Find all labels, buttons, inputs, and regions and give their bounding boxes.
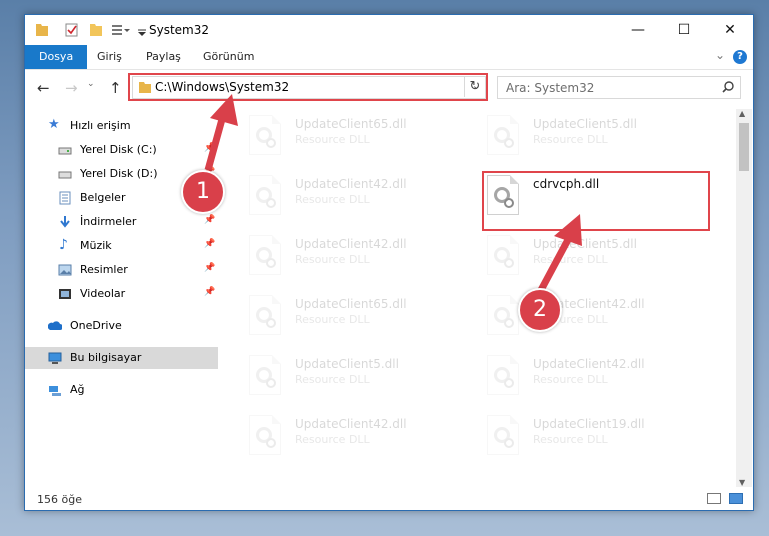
arrow-1 [204, 94, 238, 171]
step-1-badge: 1 [181, 170, 225, 214]
arrow-2 [536, 214, 582, 294]
annotation-overlay [204, 94, 582, 294]
step-2-badge: 2 [518, 288, 562, 332]
